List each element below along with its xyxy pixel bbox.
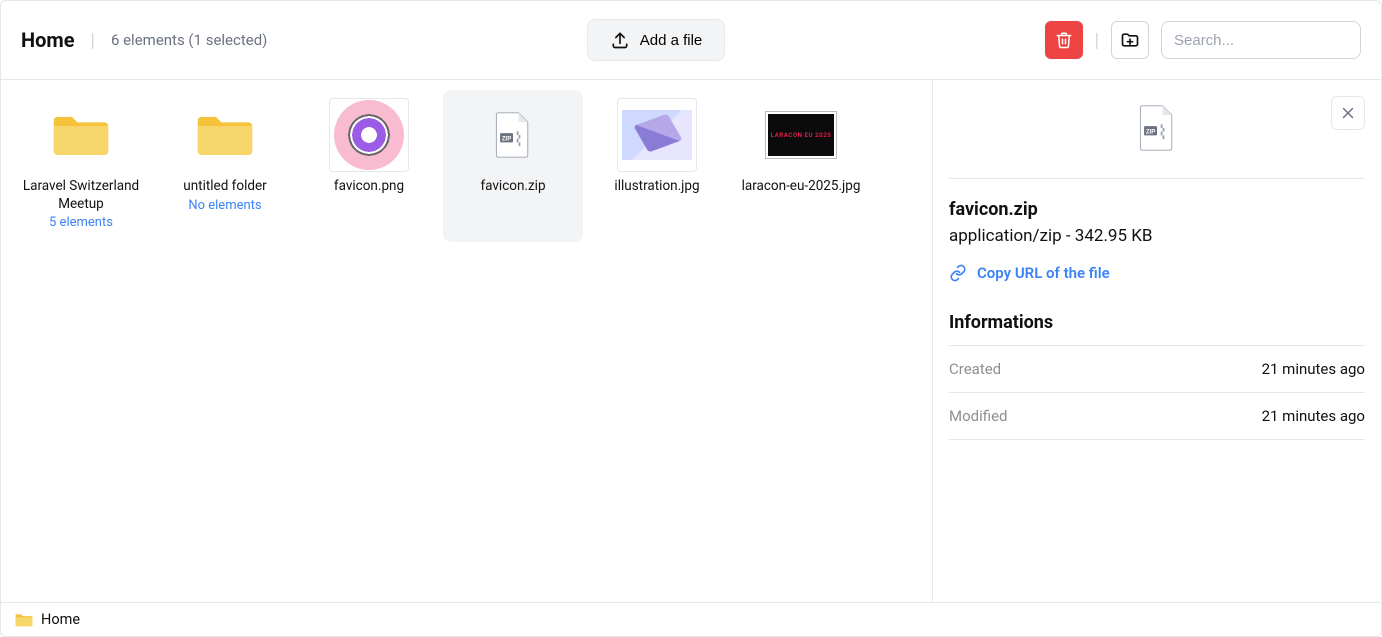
info-row: Modified 21 minutes ago	[949, 393, 1365, 440]
info-row: Created 21 minutes ago	[949, 346, 1365, 393]
item-name: untitled folder	[183, 178, 266, 196]
close-button[interactable]	[1331, 96, 1365, 130]
delete-button[interactable]	[1045, 21, 1083, 59]
image-thumbnail: LARACON EU 2025	[761, 98, 841, 172]
item-name: favicon.zip	[480, 178, 545, 196]
copy-url-label: Copy URL of the file	[977, 264, 1110, 282]
folder-icon	[185, 98, 265, 172]
breadcrumb[interactable]: Home	[1, 602, 1381, 636]
image-thumbnail	[617, 98, 697, 172]
folder-plus-icon	[1120, 30, 1140, 50]
search-input[interactable]	[1161, 21, 1361, 59]
image-thumbnail	[329, 98, 409, 172]
link-icon	[949, 264, 967, 282]
folder-icon	[41, 98, 121, 172]
element-count: 6 elements (1 selected)	[111, 31, 267, 49]
item-subtitle: 5 elements	[49, 215, 113, 230]
item-name: laracon-eu-2025.jpg	[742, 178, 861, 196]
item-name: favicon.png	[334, 178, 404, 196]
info-key: Modified	[949, 407, 1007, 425]
grid-item-image[interactable]: LARACON EU 2025 laracon-eu-2025.jpg	[731, 90, 871, 242]
info-value: 21 minutes ago	[1262, 360, 1365, 378]
file-grid: Laravel Switzerland Meetup 5 elements un…	[1, 80, 933, 602]
upload-icon	[610, 30, 630, 50]
new-folder-button[interactable]	[1111, 21, 1149, 59]
close-icon	[1339, 104, 1357, 122]
item-subtitle: No elements	[188, 198, 261, 213]
folder-icon	[15, 612, 33, 628]
grid-item-image[interactable]: illustration.jpg	[587, 90, 727, 242]
grid-item-folder[interactable]: Laravel Switzerland Meetup 5 elements	[11, 90, 151, 242]
svg-text:ZIP: ZIP	[1146, 130, 1155, 136]
item-name: Laravel Switzerland Meetup	[15, 178, 147, 213]
svg-text:ZIP: ZIP	[502, 137, 511, 143]
details-file-name: favicon.zip	[949, 199, 1038, 220]
trash-icon	[1055, 31, 1073, 49]
separator: |	[1095, 30, 1099, 51]
grid-item-image[interactable]: favicon.png	[299, 90, 439, 242]
breadcrumb-label: Home	[41, 611, 80, 628]
separator: |	[91, 30, 95, 51]
info-section-header: Informations	[949, 312, 1365, 346]
grid-item-zip[interactable]: ZIP favicon.zip	[443, 90, 583, 242]
info-key: Created	[949, 360, 1001, 378]
page-title: Home	[21, 28, 75, 52]
add-file-label: Add a file	[640, 32, 703, 49]
zip-file-icon: ZIP	[473, 98, 553, 172]
copy-url-button[interactable]: Copy URL of the file	[949, 264, 1110, 282]
grid-item-folder[interactable]: untitled folder No elements	[155, 90, 295, 242]
item-name: illustration.jpg	[614, 178, 699, 196]
info-value: 21 minutes ago	[1262, 407, 1365, 425]
details-file-meta: application/zip - 342.95 KB	[949, 226, 1153, 246]
add-file-button[interactable]: Add a file	[587, 19, 726, 61]
details-panel: ZIP favicon.zip application/zip - 342.95…	[933, 80, 1381, 602]
file-preview-icon: ZIP	[1138, 104, 1176, 152]
